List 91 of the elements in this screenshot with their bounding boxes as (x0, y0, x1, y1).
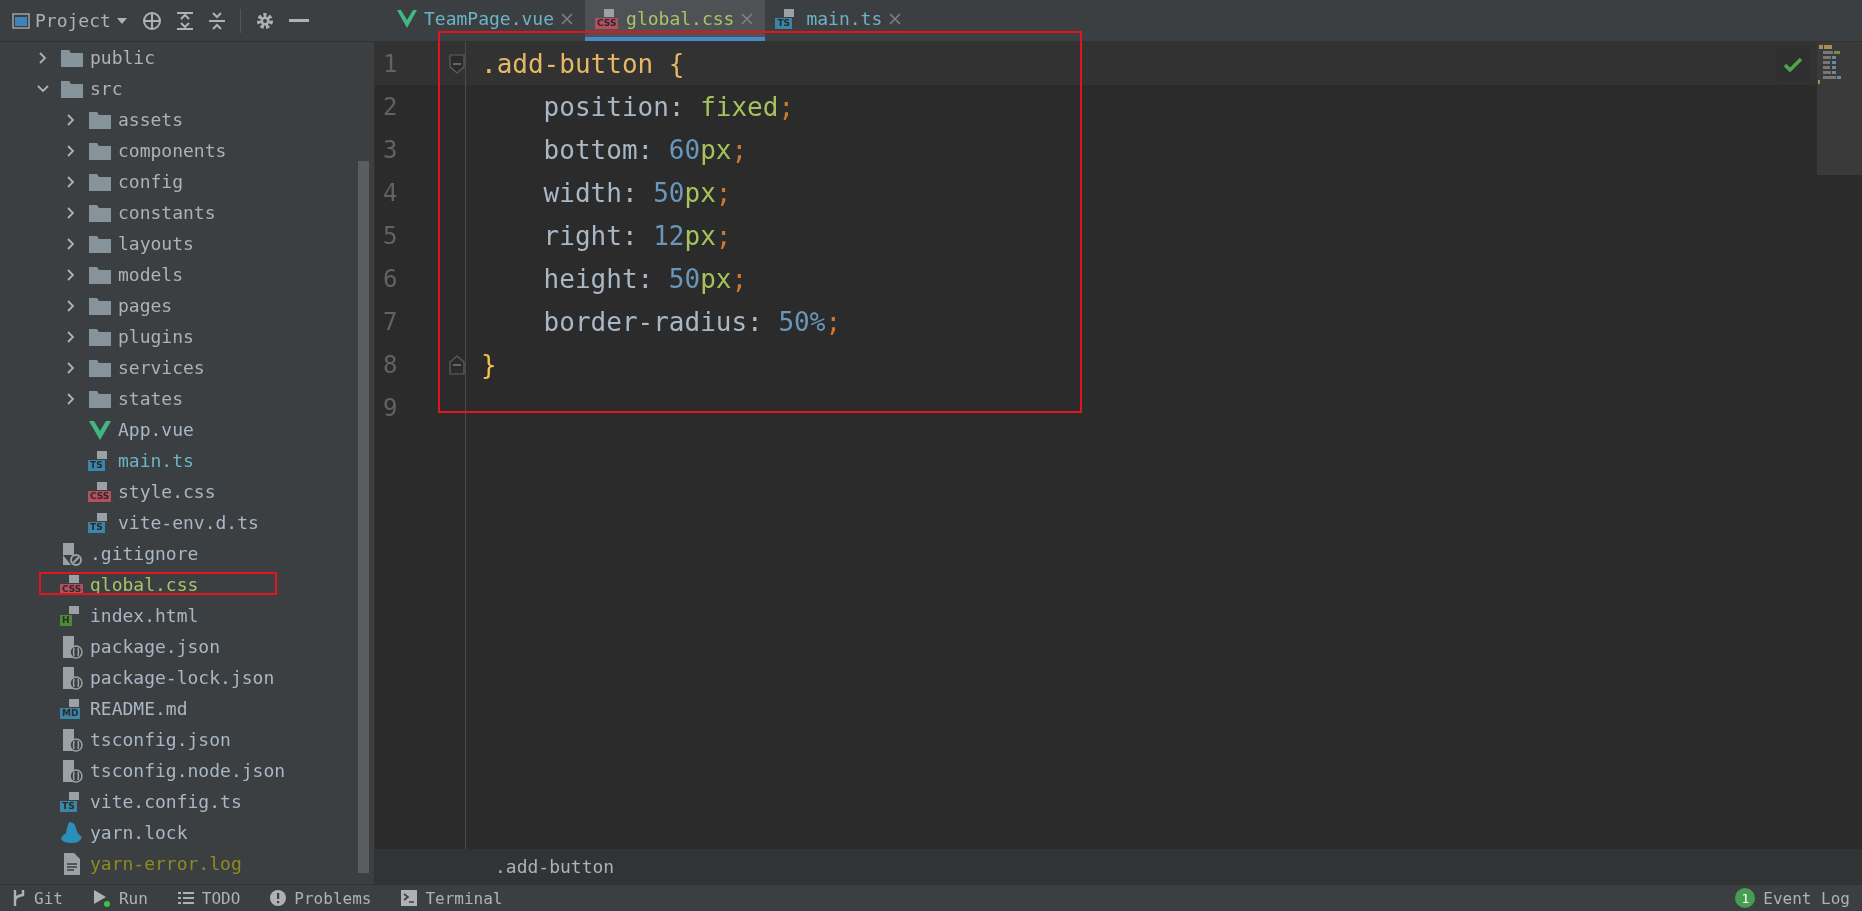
tool-window-button[interactable]: Run (92, 888, 148, 908)
tree-item[interactable]: models (0, 259, 374, 290)
folder-icon (88, 109, 112, 130)
tree-item[interactable]: yarn.lock (0, 817, 374, 848)
editor-tab[interactable]: CSS global.css (585, 0, 766, 41)
folder-icon (88, 295, 112, 316)
code-line: bottom: 60px; (542, 134, 748, 165)
line-number: 4 (382, 178, 399, 207)
tree-item[interactable]: package-lock.json (0, 662, 374, 693)
code-line: height: 50px; (542, 263, 748, 294)
checkmark-icon[interactable] (1784, 58, 1802, 72)
vue-file-icon (88, 419, 112, 440)
tree-item[interactable]: TS vite-env.d.ts (0, 507, 374, 538)
folder-icon (60, 47, 84, 68)
locate-icon[interactable] (141, 10, 162, 31)
editor-tab[interactable]: TeamPage.vue (387, 0, 586, 41)
tree-item[interactable]: MD README.md (0, 693, 374, 724)
caret-icon (115, 16, 128, 25)
folder-icon (88, 326, 112, 347)
tree-item[interactable]: src (0, 73, 374, 104)
tree-item[interactable]: tsconfig.node.json (0, 755, 374, 786)
tree-item[interactable]: services (0, 352, 374, 383)
expand-all-icon[interactable] (175, 10, 194, 31)
line-number: 3 (382, 135, 399, 164)
vue-file-icon (397, 9, 417, 28)
tree-item[interactable]: config (0, 166, 374, 197)
folder-icon (88, 388, 112, 409)
tree-item[interactable]: H index.html (0, 600, 374, 631)
tree-item[interactable]: yarn-error.log (0, 848, 374, 879)
line-number: 2 (382, 92, 399, 121)
project-view-dropdown[interactable]: Project (12, 10, 128, 31)
folder-icon (88, 171, 112, 192)
line-number: 7 (382, 307, 399, 336)
folder-icon (88, 140, 112, 161)
fold-end-icon[interactable] (449, 354, 465, 375)
tool-window-button[interactable]: Git (12, 888, 63, 908)
folder-icon (88, 233, 112, 254)
line-number: 5 (382, 221, 399, 250)
folder-icon (60, 78, 84, 99)
tree-item[interactable]: plugins (0, 321, 374, 352)
tree-item[interactable]: states (0, 383, 374, 414)
warning-icon (270, 890, 287, 906)
tree-item[interactable]: public (0, 42, 374, 73)
code-line: } (480, 349, 497, 380)
tree-item[interactable]: components (0, 135, 374, 166)
tree-item[interactable]: .gitignore (0, 538, 374, 569)
ignored-file-icon (60, 541, 84, 566)
scrollbar[interactable] (358, 161, 369, 873)
terminal-icon (401, 890, 418, 906)
play-icon (92, 889, 111, 907)
tree-item[interactable]: TS vite.config.ts (0, 786, 374, 817)
code-line: border-radius: 50%; (542, 306, 842, 337)
tree-item[interactable]: assets (0, 104, 374, 135)
json-file-icon (60, 634, 84, 659)
code-line: right: 12px; (542, 220, 732, 251)
code-line: .add-button { (480, 48, 685, 79)
tree-item[interactable]: pages (0, 290, 374, 321)
code-line: position: fixed; (542, 91, 795, 122)
tool-window-button[interactable]: TODO (177, 888, 241, 908)
list-icon (177, 891, 194, 905)
folder-icon (88, 357, 112, 378)
json-file-icon (60, 665, 84, 690)
editor-tab[interactable]: TS main.ts (765, 0, 914, 41)
folder-icon (88, 202, 112, 223)
json-file-icon (60, 758, 84, 783)
branch-icon (12, 889, 26, 907)
folder-icon (88, 264, 112, 285)
tool-window-button[interactable]: Problems (270, 888, 372, 908)
collapse-all-icon[interactable] (207, 10, 226, 31)
code-line: width: 50px; (542, 177, 732, 208)
fold-icon[interactable] (449, 53, 465, 74)
json-file-icon (60, 727, 84, 752)
tree-item[interactable]: constants (0, 197, 374, 228)
minimize-icon[interactable] (288, 18, 309, 23)
line-number: 9 (382, 393, 399, 422)
line-number: 8 (382, 350, 399, 379)
line-number: 6 (382, 264, 399, 293)
tree-item[interactable]: App.vue (0, 414, 374, 445)
tree-item[interactable]: CSS style.css (0, 476, 374, 507)
tree-item[interactable]: tsconfig.json (0, 724, 374, 755)
tree-item[interactable]: TS main.ts (0, 445, 374, 476)
tree-item[interactable]: CSS global.css (0, 569, 374, 600)
close-icon[interactable] (889, 12, 902, 25)
tree-item[interactable]: layouts (0, 228, 374, 259)
settings-icon[interactable] (254, 10, 275, 31)
tree-item[interactable]: package.json (0, 631, 374, 662)
close-icon[interactable] (561, 12, 574, 25)
breadcrumb[interactable]: .add-button (495, 856, 615, 877)
window-icon (12, 12, 30, 29)
tool-window-button[interactable]: Terminal (401, 888, 503, 908)
event-log-button[interactable]: 1 Event Log (1735, 888, 1850, 908)
